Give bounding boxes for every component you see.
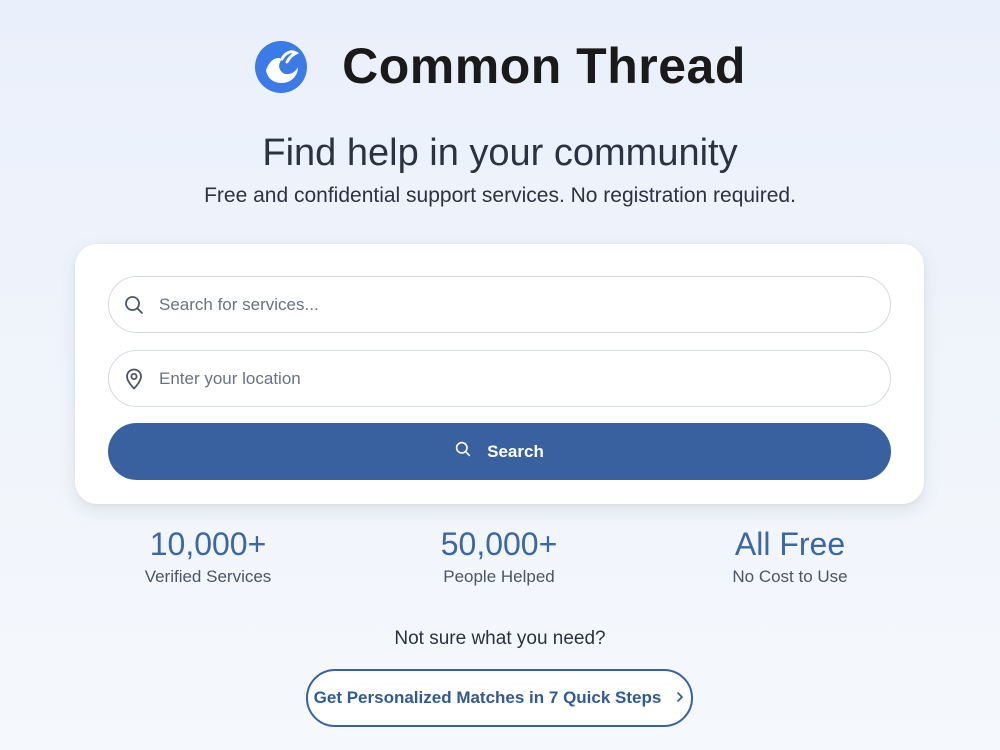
guidance-question: Not sure what you need?	[394, 628, 606, 649]
page-headline: Find help in your community	[262, 132, 738, 174]
hand-wave-logo-icon	[254, 36, 308, 96]
search-button-label: Search	[487, 441, 544, 461]
service-search-field[interactable]	[108, 276, 891, 333]
stat-verified-services: 10,000+ Verified Services	[78, 526, 338, 587]
map-pin-icon	[109, 368, 159, 390]
stat-all-free: All Free No Cost to Use	[660, 526, 920, 587]
personalized-matches-button[interactable]: Get Personalized Matches in 7 Quick Step…	[306, 669, 693, 727]
service-search-input[interactable]	[159, 277, 890, 332]
stats-row: 10,000+ Verified Services 50,000+ People…	[0, 526, 1000, 596]
stat-label: No Cost to Use	[732, 567, 848, 586]
stat-value: 10,000+	[149, 526, 267, 562]
location-input[interactable]	[159, 351, 890, 406]
stat-label: Verified Services	[144, 567, 272, 586]
stat-value: 50,000+	[440, 526, 558, 562]
stat-label: People Helped	[443, 567, 555, 586]
search-icon	[109, 295, 159, 315]
brand-name: Common Thread	[342, 38, 746, 94]
stat-value: All Free	[734, 526, 846, 562]
search-button[interactable]: Search	[108, 423, 891, 480]
search-icon	[455, 441, 471, 462]
location-field[interactable]	[108, 350, 891, 407]
page-subheadline: Free and confidential support services. …	[204, 184, 796, 207]
search-card: Search	[75, 244, 924, 504]
stat-people-helped: 50,000+ People Helped	[369, 526, 629, 587]
brand-header: Common Thread	[0, 36, 1000, 96]
personalized-matches-label: Get Personalized Matches in 7 Quick Step…	[313, 688, 662, 707]
chevron-right-icon	[675, 688, 685, 708]
